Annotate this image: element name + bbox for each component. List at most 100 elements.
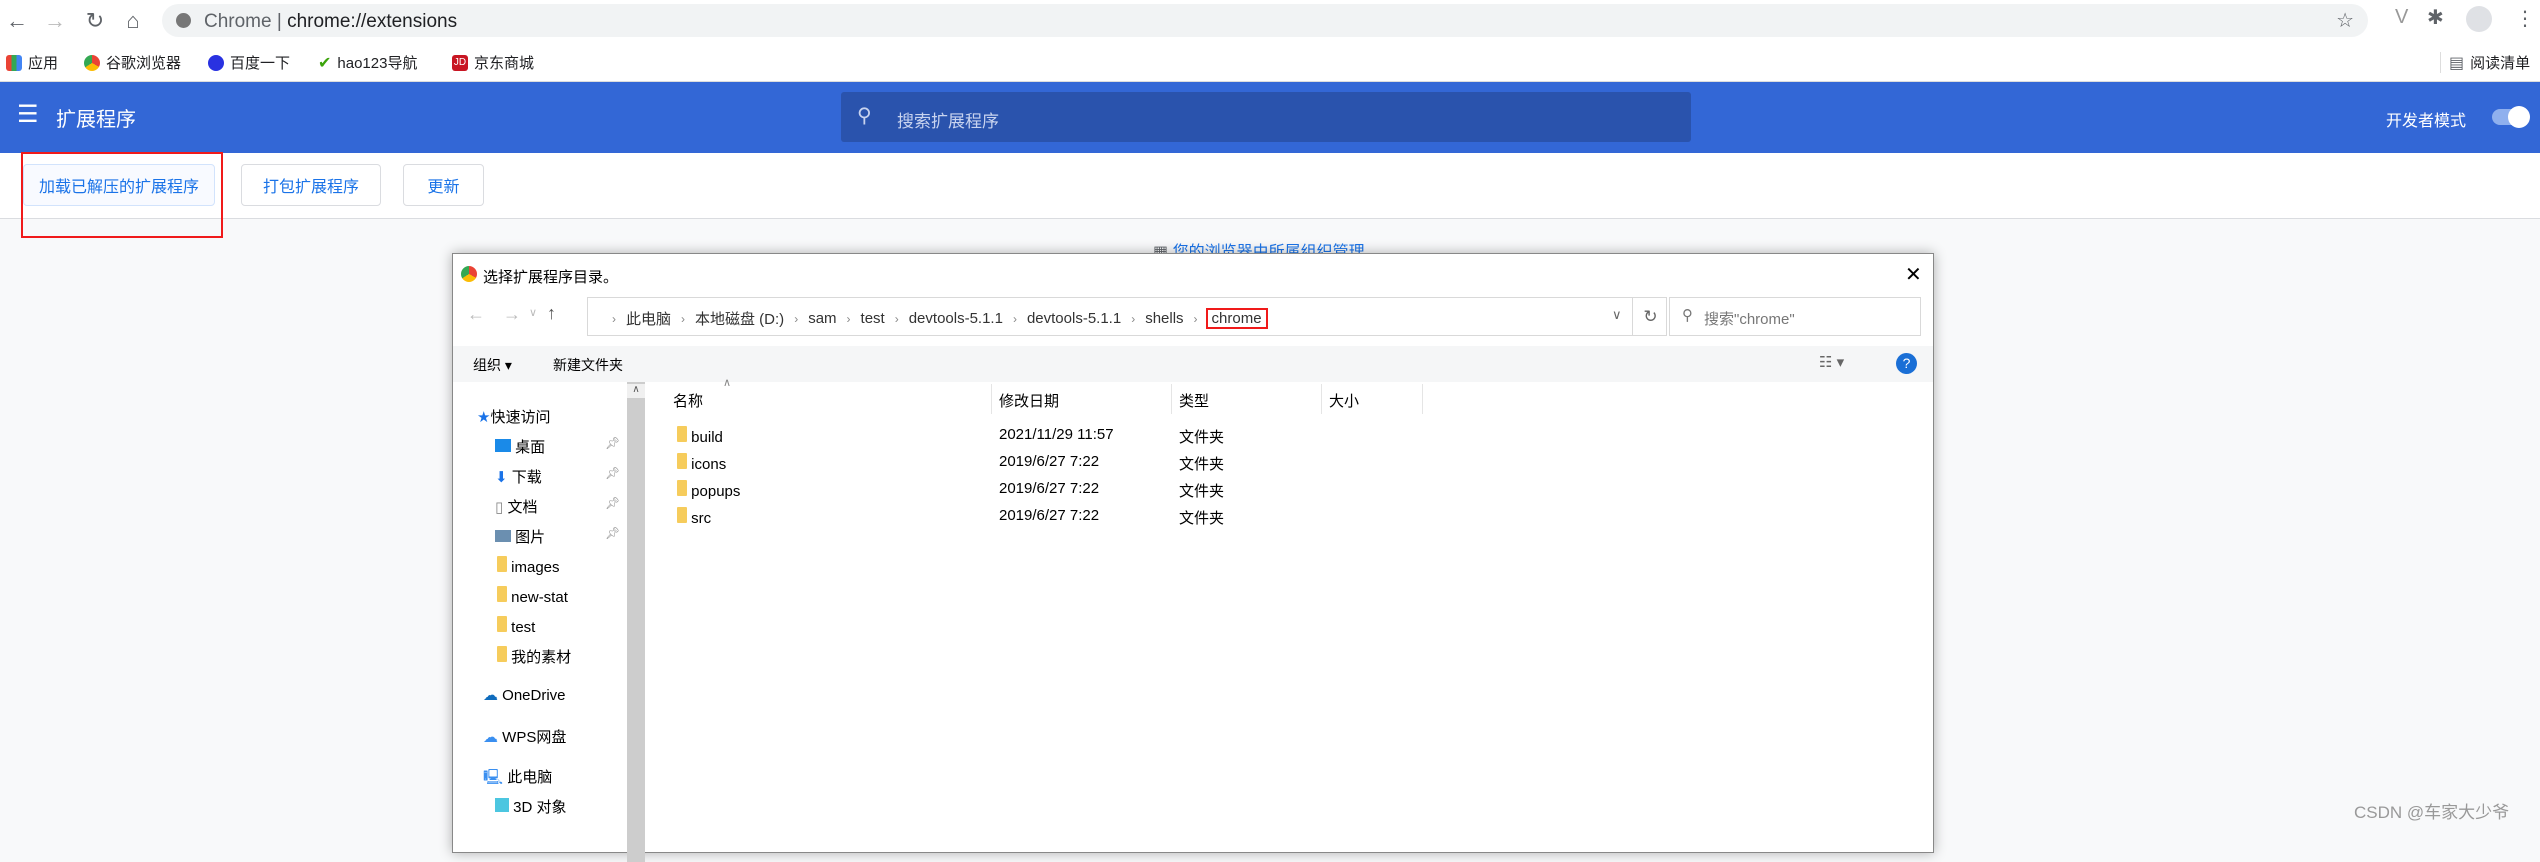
update-button[interactable]: 更新 — [403, 164, 484, 206]
bookmark-label: hao123导航 — [337, 55, 418, 72]
nav-scrollbar[interactable]: ∧ — [627, 382, 645, 862]
refresh-button[interactable]: ↻ — [1632, 298, 1668, 335]
search-placeholder: 搜索"chrome" — [1704, 311, 1795, 328]
column-header-type[interactable]: 类型 — [1179, 390, 1209, 411]
nav-item-folder[interactable]: 我的素材 — [497, 646, 571, 667]
hamburger-menu-icon[interactable]: ☰ — [17, 100, 39, 129]
close-button[interactable]: ✕ — [1905, 262, 1922, 287]
bookmark-baidu[interactable]: 百度一下 — [208, 52, 290, 73]
bookmark-jd[interactable]: JD 京东商城 — [452, 52, 534, 73]
breadcrumb-item[interactable]: 此电脑 — [626, 308, 671, 329]
breadcrumb-item[interactable]: shells — [1145, 310, 1183, 327]
bookmark-chrome[interactable]: 谷歌浏览器 — [84, 52, 181, 73]
address-dropdown-icon[interactable]: ∨ — [1612, 307, 1622, 323]
breadcrumb-item[interactable]: test — [861, 310, 885, 327]
new-folder-button[interactable]: 新建文件夹 — [553, 355, 623, 375]
dialog-title: 选择扩展程序目录。 — [483, 269, 619, 286]
pin-icon[interactable]: 📌︎ — [605, 496, 620, 510]
vue-devtools-icon[interactable]: V — [2395, 6, 2408, 29]
jd-icon: JD — [452, 54, 468, 71]
file-row[interactable]: build — [677, 426, 723, 446]
reload-button[interactable]: ↻ — [80, 8, 110, 34]
breadcrumb-item[interactable]: devtools-5.1.1 — [909, 310, 1003, 327]
file-row[interactable]: icons — [677, 453, 726, 473]
column-header-date[interactable]: 修改日期 — [999, 390, 1059, 411]
reading-list-icon: ▤ — [2449, 54, 2465, 72]
organize-menu[interactable]: 组织 ▾ — [473, 355, 512, 375]
nav-label: test — [511, 619, 536, 636]
profile-avatar[interactable] — [2466, 6, 2492, 32]
up-button[interactable]: ↑ — [547, 303, 556, 324]
dev-mode-toggle[interactable] — [2492, 106, 2530, 128]
folder-icon — [677, 426, 687, 442]
desktop-icon — [495, 439, 511, 452]
nav-item-folder[interactable]: test — [497, 616, 535, 636]
back-button[interactable]: ← — [467, 304, 485, 325]
bookmark-label: 谷歌浏览器 — [106, 55, 182, 72]
column-header-name[interactable]: 名称 — [673, 390, 703, 411]
nav-item-this-pc[interactable]: 🖳︎ 此电脑 — [483, 766, 552, 792]
folder-icon — [497, 616, 507, 632]
breadcrumb-item-current[interactable]: chrome — [1205, 308, 1268, 329]
nav-item-onedrive[interactable]: ☁ OneDrive — [483, 686, 566, 704]
nav-label: 快速访问 — [490, 409, 551, 426]
cloud-icon: ☁ — [483, 729, 498, 746]
bookmark-hao123[interactable]: ✔ hao123导航 — [318, 52, 417, 73]
file-name: build — [691, 429, 723, 446]
file-date: 2019/6/27 7:22 — [999, 453, 1100, 470]
pin-icon[interactable]: 📌︎ — [605, 436, 620, 450]
nav-label: 此电脑 — [507, 769, 553, 786]
apps-icon — [6, 54, 22, 71]
file-name: icons — [691, 456, 727, 473]
recent-dropdown-icon[interactable]: ∨ — [529, 306, 537, 319]
nav-label: 图片 — [515, 529, 546, 546]
pin-icon[interactable]: 📌︎ — [605, 466, 620, 480]
nav-item-documents[interactable]: ▯ 文档 — [495, 496, 537, 517]
search-icon: ⚲ — [857, 105, 872, 127]
folder-picker-dialog: 选择扩展程序目录。 ✕ ← → ∨ ↑ › 此电脑 › 本地磁盘 (D:) › sam… — [452, 253, 1934, 862]
highlight-annotation — [21, 152, 223, 238]
bookmark-star-icon[interactable]: ☆ — [2336, 8, 2354, 33]
extension-search-input[interactable]: ⚲ 搜索扩展程序 — [841, 92, 1691, 142]
file-row[interactable]: popups — [677, 480, 740, 500]
pin-icon[interactable]: 📌︎ — [605, 526, 620, 540]
chrome-icon — [84, 54, 100, 71]
nav-item-folder[interactable]: images — [497, 556, 560, 576]
extensions-puzzle-icon[interactable]: ✱ — [2427, 5, 2444, 30]
chrome-icon — [461, 266, 477, 282]
folder-icon — [677, 453, 687, 469]
nav-item-wps[interactable]: ☁ WPS网盘 — [483, 726, 566, 747]
forward-button[interactable]: → — [503, 304, 521, 325]
address-bar[interactable]: › 此电脑 › 本地磁盘 (D:) › sam › test › devtools-5.1… — [587, 297, 1667, 336]
forward-button[interactable]: → — [40, 8, 70, 34]
column-header-size[interactable]: 大小 — [1329, 390, 1359, 411]
computer-icon: 🖳︎ — [483, 769, 504, 786]
menu-dots-icon[interactable]: ⋮ — [2515, 6, 2535, 31]
nav-item-desktop[interactable]: 桌面 — [495, 436, 545, 457]
extensions-action-bar: 加载已解压的扩展程序 打包扩展程序 更新 — [0, 153, 2540, 219]
bookmark-apps[interactable]: 应用 — [6, 52, 58, 73]
file-type: 文件夹 — [1179, 429, 1225, 446]
nav-label: 我的素材 — [511, 649, 572, 666]
nav-item-3d-objects[interactable]: 3D 对象 — [495, 796, 567, 817]
reading-list-button[interactable]: ▤ 阅读清单 — [2440, 52, 2530, 73]
breadcrumb-item[interactable]: sam — [808, 310, 836, 327]
file-row[interactable]: src — [677, 507, 711, 527]
breadcrumb: › 此电脑 › 本地磁盘 (D:) › sam › test › devtools-5.1… — [612, 308, 1268, 329]
nav-item-folder[interactable]: new-stat — [497, 586, 568, 606]
site-info-icon[interactable] — [176, 13, 191, 28]
breadcrumb-item[interactable]: devtools-5.1.1 — [1027, 310, 1121, 327]
nav-item-downloads[interactable]: ⬇ 下载 — [495, 466, 542, 487]
pack-extension-button[interactable]: 打包扩展程序 — [241, 164, 381, 206]
home-button[interactable]: ⌂ — [118, 8, 148, 34]
view-options-icon[interactable]: ☷ ▾ — [1819, 353, 1844, 371]
dev-mode-label: 开发者模式 — [2386, 113, 2467, 130]
folder-search-input[interactable]: ⚲ 搜索"chrome" — [1669, 297, 1921, 336]
back-button[interactable]: ← — [2, 8, 32, 34]
nav-item-pictures[interactable]: 图片 — [495, 526, 545, 547]
breadcrumb-item[interactable]: 本地磁盘 (D:) — [695, 308, 784, 329]
file-type: 文件夹 — [1179, 483, 1225, 500]
omnibox[interactable]: Chrome | chrome://extensions ☆ — [162, 4, 2368, 37]
nav-item-quick-access[interactable]: ★快速访问 — [477, 406, 550, 427]
help-icon[interactable]: ? — [1896, 353, 1917, 374]
